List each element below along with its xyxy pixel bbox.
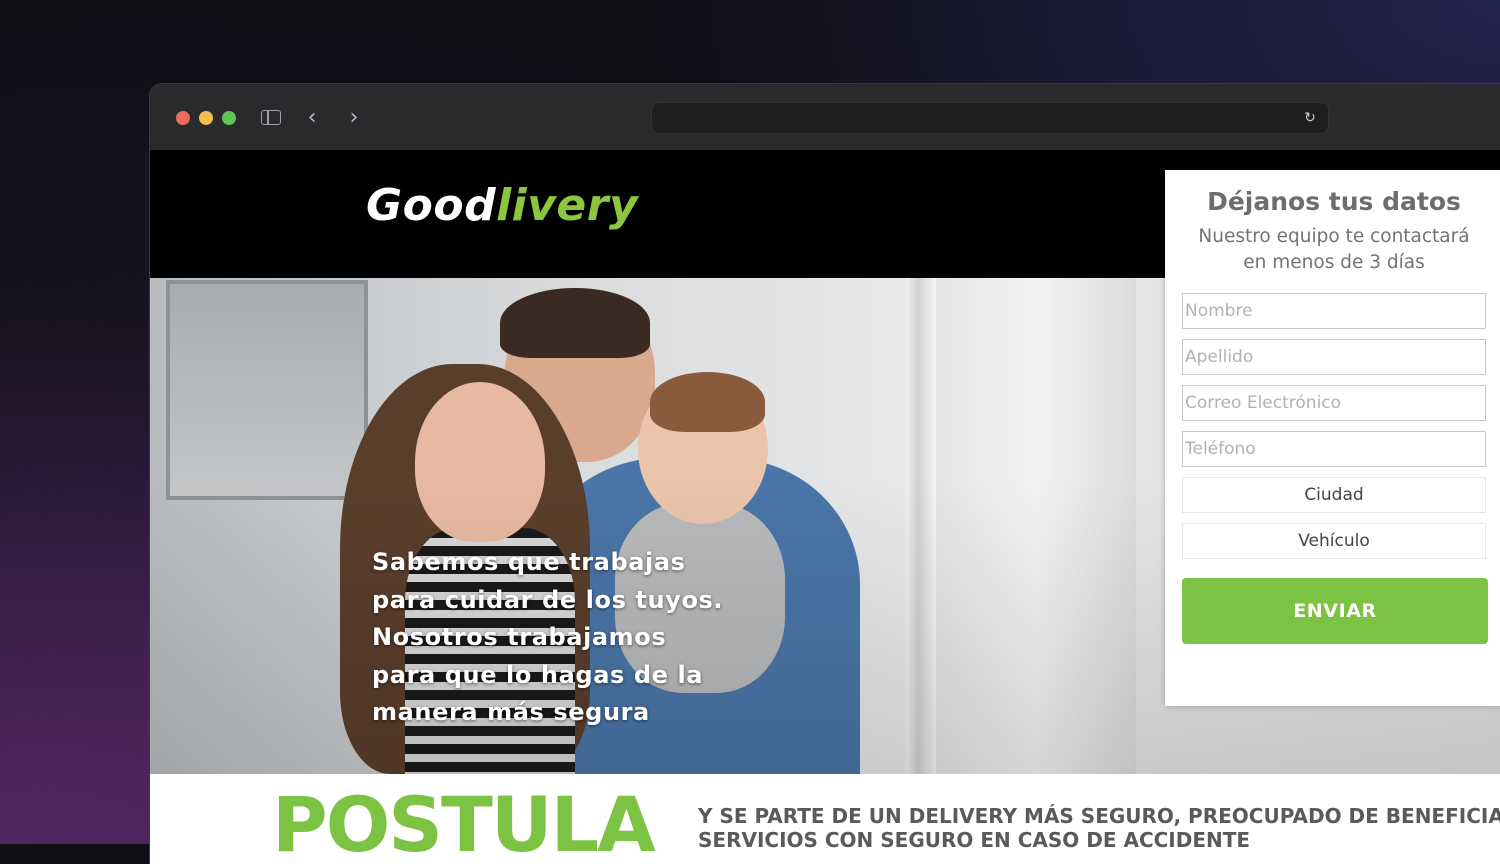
goodlivery-logo[interactable]: Goodlivery xyxy=(366,176,638,236)
minimize-window-button[interactable] xyxy=(199,111,213,125)
close-window-button[interactable] xyxy=(176,111,190,125)
postula-description: Y SE PARTE DE UN DELIVERY MÁS SEGURO, PR… xyxy=(698,804,1500,852)
browser-window: ‹ › ↻ Goodlivery Sabemos que trabajas pa… xyxy=(150,84,1500,864)
logo-text-livery: livery xyxy=(496,180,639,231)
hero-line: manera más segura xyxy=(372,698,650,726)
chevron-left-icon[interactable]: ‹ xyxy=(302,106,322,130)
apellido-input[interactable] xyxy=(1182,339,1486,375)
hero-line: Nosotros trabajamos xyxy=(372,623,667,651)
logo-text-good: Good xyxy=(366,180,497,231)
phone-input[interactable] xyxy=(1182,431,1486,467)
postula-description-line: SERVICIOS CON SEGURO EN CASO DE ACCIDENT… xyxy=(698,828,1251,852)
hero-line: Sabemos que trabajas xyxy=(372,548,686,576)
hero-line: para que lo hagas de la xyxy=(372,660,704,689)
form-subtitle-line: en menos de 3 días xyxy=(1243,252,1425,273)
enviar-button[interactable]: ENVIAR xyxy=(1182,578,1488,644)
postula-title: POSTULA xyxy=(272,780,656,864)
postula-section: POSTULA Y SE PARTE DE UN DELIVERY MÁS SE… xyxy=(150,774,1500,864)
maximize-window-button[interactable] xyxy=(222,111,236,125)
hero-headline: Sabemos que trabajas para cuidar de los … xyxy=(372,544,792,732)
hero-line: para cuidar de los tuyos. xyxy=(372,585,724,614)
postula-description-line: Y SE PARTE DE UN DELIVERY MÁS SEGURO, PR… xyxy=(698,804,1500,828)
ciudad-select[interactable]: Ciudad xyxy=(1182,477,1486,513)
form-subtitle: Nuestro equipo te contactará en menos de… xyxy=(1165,224,1500,276)
address-bar[interactable]: ↻ xyxy=(651,102,1329,134)
chevron-right-icon[interactable]: › xyxy=(344,106,364,130)
reload-icon[interactable]: ↻ xyxy=(1302,109,1318,127)
sidebar-icon[interactable] xyxy=(261,110,281,125)
form-subtitle-line: Nuestro equipo te contactará xyxy=(1198,226,1470,247)
web-page: Goodlivery Sabemos que trabajas para cui… xyxy=(150,150,1500,864)
form-title: Déjanos tus datos xyxy=(1207,187,1461,216)
browser-toolbar: ‹ › ↻ xyxy=(150,84,1500,151)
nombre-input[interactable] xyxy=(1182,293,1486,329)
email-input[interactable] xyxy=(1182,385,1486,421)
contact-form: Déjanos tus datos Nuestro equipo te cont… xyxy=(1165,170,1500,706)
vehiculo-select[interactable]: Vehículo xyxy=(1182,523,1486,559)
